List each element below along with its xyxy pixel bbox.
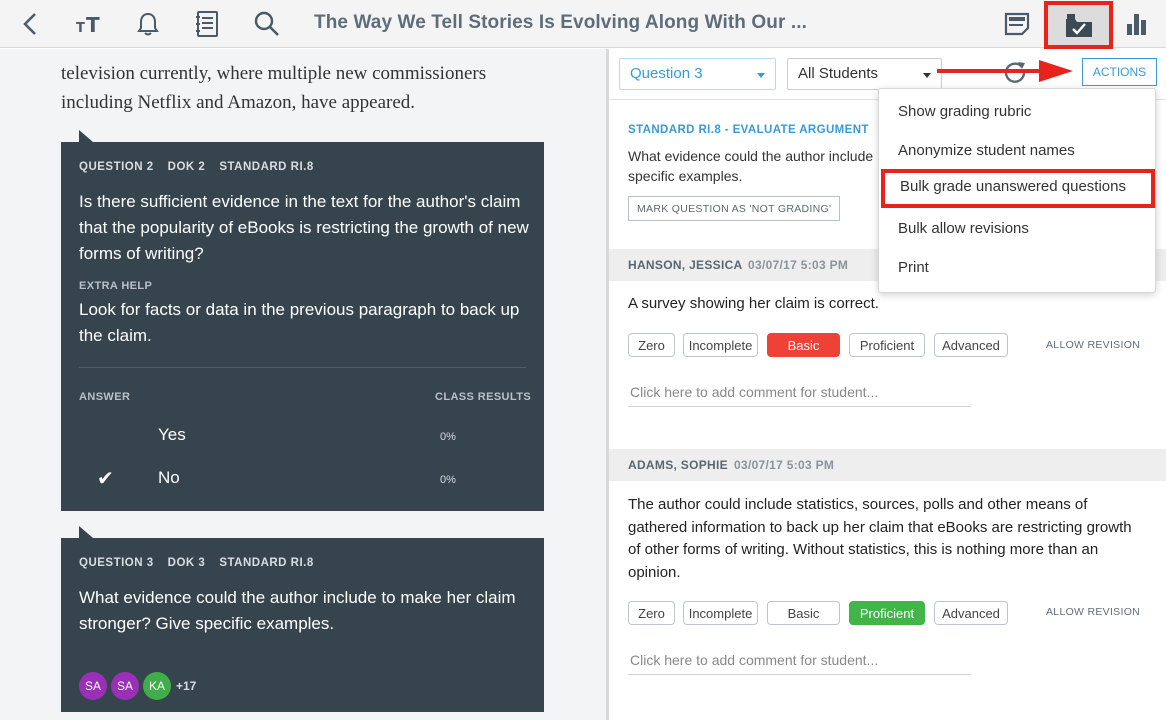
grade-inbox-button[interactable]: [1044, 1, 1113, 49]
reading-line: including Netflix and Amazon, have appea…: [61, 92, 416, 113]
reading-line: television currently, where multiple new…: [61, 63, 487, 84]
grade-basic-button[interactable]: Basic: [767, 333, 840, 357]
question-3-card: QUESTION 3 DOK 3 STANDARD RI.8 What eviden…: [61, 526, 544, 712]
card-tail: [79, 130, 93, 142]
page-title: The Way We Tell Stories Is Evolving Alon…: [314, 12, 807, 33]
submission-date: 03/07/17 5:03 PM: [734, 458, 835, 472]
back-icon[interactable]: [14, 8, 46, 40]
svg-text:T: T: [76, 21, 85, 36]
grade-proficient-button[interactable]: Proficient: [849, 333, 925, 357]
students-select-value: All Students: [798, 65, 879, 82]
avatar[interactable]: SA: [79, 672, 107, 700]
avatar[interactable]: SA: [111, 672, 139, 700]
menu-item-print[interactable]: Print: [879, 250, 1157, 289]
answer-percent: 0%: [440, 474, 456, 486]
question-2-card: QUESTION 2 DOK 2 STANDARD RI.8 Is there su…: [61, 130, 544, 511]
menu-item-bulk-revisions[interactable]: Bulk allow revisions: [879, 211, 1157, 250]
annotation-arrow-icon: [937, 60, 1073, 82]
question-dok: DOK 2: [167, 161, 206, 173]
grade-zero-button[interactable]: Zero: [628, 333, 675, 357]
question-standard: STANDARD RI.8: [219, 161, 314, 173]
avatar-initials: KA: [148, 679, 165, 693]
avatar-initials: SA: [84, 679, 101, 693]
class-results-header: CLASS RESULTS: [435, 391, 532, 403]
card-tail: [79, 526, 93, 538]
student-answer: A survey showing her claim is correct.: [628, 295, 879, 312]
grade-zero-button[interactable]: Zero: [628, 601, 675, 625]
text-size-icon[interactable]: TT: [72, 8, 104, 40]
question-number: QUESTION 3: [79, 557, 154, 569]
grade-proficient-button[interactable]: Proficient: [849, 601, 925, 625]
allow-revision-link[interactable]: ALLOW REVISION: [1046, 606, 1140, 618]
actions-menu: Show grading rubric Anonymize student na…: [878, 88, 1156, 293]
answer-option-yes[interactable]: Yes 0%: [61, 415, 544, 457]
students-select[interactable]: All Students: [787, 58, 942, 90]
question-number: QUESTION 2: [79, 161, 154, 173]
notes-icon[interactable]: [1001, 8, 1033, 40]
answer-label: No: [158, 468, 180, 487]
grade-incomplete-button[interactable]: Incomplete: [683, 333, 758, 357]
chevron-down-icon: [923, 73, 931, 78]
reading-text: television currently, where multiple new…: [61, 59, 581, 117]
more-students-count[interactable]: +17: [176, 679, 196, 693]
allow-revision-link[interactable]: ALLOW REVISION: [1046, 339, 1140, 351]
checkmark-icon: ✔: [97, 468, 114, 490]
chevron-down-icon: [757, 73, 765, 78]
answer-header: ANSWER: [79, 391, 131, 403]
student-name: HANSON, JESSICA: [628, 258, 743, 272]
comment-input[interactable]: Click here to add comment for student...: [628, 381, 971, 407]
stats-icon[interactable]: [1121, 8, 1153, 40]
question-standard: STANDARD RI.8: [219, 557, 314, 569]
search-icon[interactable]: [251, 8, 283, 40]
avatar[interactable]: KA: [143, 672, 171, 700]
extra-help-text: Look for facts or data in the previous p…: [79, 300, 520, 345]
menu-item-bulk-grade[interactable]: Bulk grade unanswered questions: [881, 169, 1155, 208]
notebook-icon[interactable]: [191, 8, 223, 40]
divider: [79, 367, 526, 368]
answer-option-no[interactable]: ✔ No 0%: [61, 458, 544, 500]
question-text: Is there sufficient evidence in the text…: [79, 192, 529, 263]
comment-input[interactable]: Click here to add comment for student...: [628, 649, 971, 675]
bell-icon[interactable]: [132, 8, 164, 40]
grade-incomplete-button[interactable]: Incomplete: [683, 601, 758, 625]
grade-basic-button[interactable]: Basic: [767, 601, 840, 625]
question-select-value: Question 3: [630, 65, 703, 82]
question-select[interactable]: Question 3: [619, 58, 776, 90]
menu-item-anonymize[interactable]: Anonymize student names: [879, 133, 1157, 172]
submission-date: 03/07/17 5:03 PM: [748, 258, 849, 272]
student-name: ADAMS, SOPHIE: [628, 458, 728, 472]
reading-pane: television currently, where multiple new…: [0, 49, 606, 720]
grade-advanced-button[interactable]: Advanced: [934, 601, 1008, 625]
student-header: ADAMS, SOPHIE 03/07/17 5:03 PM: [609, 449, 1166, 481]
extra-help-label: EXTRA HELP: [79, 280, 153, 292]
standard-label: STANDARD RI.8 - EVALUATE ARGUMENT: [628, 124, 869, 136]
clipped-reading-line: [61, 49, 491, 51]
actions-button[interactable]: ACTIONS: [1082, 58, 1157, 86]
question-meta: QUESTION 3 DOK 3 STANDARD RI.8: [79, 557, 328, 569]
question-meta: QUESTION 2 DOK 2 STANDARD RI.8: [79, 161, 328, 173]
avatar-initials: SA: [116, 679, 133, 693]
top-bar: TT The Way We Tell Stories Is Evolving A…: [0, 0, 1166, 49]
svg-text:T: T: [86, 13, 100, 36]
grade-advanced-button[interactable]: Advanced: [934, 333, 1008, 357]
question-text: What evidence could the author include t…: [79, 588, 516, 633]
student-answer: The author could include statistics, sou…: [628, 496, 1132, 581]
mark-not-grading-button[interactable]: MARK QUESTION AS 'NOT GRADING': [628, 196, 841, 221]
answer-label: Yes: [158, 425, 186, 444]
menu-item-show-rubric[interactable]: Show grading rubric: [879, 94, 1157, 133]
grade-inbox-icon: [1065, 14, 1092, 37]
question-dok: DOK 3: [167, 557, 206, 569]
answer-percent: 0%: [440, 431, 456, 443]
